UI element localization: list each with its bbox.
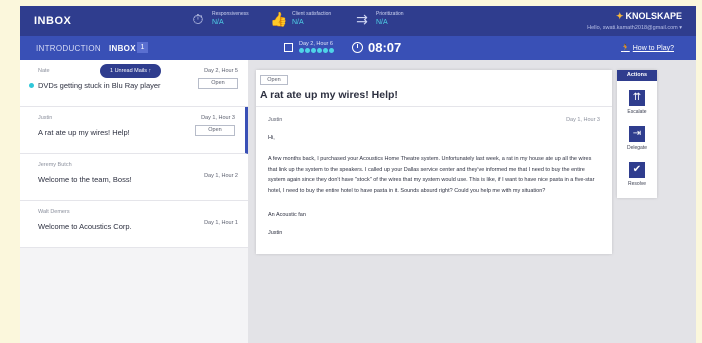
list-empty-area [20,248,248,343]
unread-dot [29,83,34,88]
email-body: A few months back, I purchased your Acou… [268,156,595,194]
email-sender: Nate [38,68,50,74]
tab-inbox[interactable]: INBOX [109,44,136,53]
actions-panel: Actions ⇈ Escalate ⇥ Delegate ✔ Resolve [617,70,657,198]
escalate-action[interactable]: ⇈ Escalate [617,90,657,115]
metric-client-satisfaction: 👍 Client satisfaction N/A [270,11,331,27]
metric-prioritization: ⇉ Prioritization N/A [354,11,404,27]
email-sender: Jeremy Butch [38,162,72,168]
open-button[interactable]: Open [198,78,238,89]
stopwatch-icon: ⏱ [192,11,204,27]
day-progress: Day 2, Hour 6 [284,41,334,53]
progress-dot [323,48,328,53]
knolskape-logo-icon: ✦ [615,11,624,21]
progress-dot [311,48,316,53]
email-subject: DVDs getting stuck in Blu Ray player [38,81,161,90]
user-menu[interactable]: Hello, swati.kamath2018@gmail.com ▾ [587,25,682,31]
app-title: INBOX [34,15,72,27]
email-time: Day 2, Hour 5 [204,68,238,74]
progress-dot [299,48,304,53]
escalate-label: Escalate [627,109,647,115]
delegate-icon[interactable]: ⇥ [629,126,645,142]
delegate-action[interactable]: ⇥ Delegate [617,126,657,151]
priority-arrows-icon: ⇉ [356,11,368,27]
email-signature: Justin [268,230,283,236]
email-subject: Welcome to the team, Boss! [38,175,132,184]
app-window: INBOX ⏱ Responsiveness N/A 👍 Client sati… [20,6,696,343]
brand-block: ✦ KNOLSKAPE Hello, swati.kamath2018@gmail… [587,11,682,31]
email-sender: Justin [38,115,53,121]
inbox-count-badge: 1 [137,42,148,53]
actions-title: Actions [617,70,657,81]
delegate-label: Delegate [626,145,647,151]
metric-responsiveness: ⏱ Responsiveness N/A [190,11,249,27]
metric-label: Prioritization [376,11,404,17]
metric-label: Responsiveness [212,11,249,17]
email-date: Day 1, Hour 3 [566,117,600,123]
email-reader: Open A rat ate up my wires! Help! Justin… [256,70,612,254]
email-from: Justin [268,117,283,123]
email-time: Day 1, Hour 1 [204,220,238,226]
game-clock: 08:07 [352,40,401,55]
email-list-item[interactable]: Jeremy Butch Welcome to the team, Boss! … [20,154,248,201]
metric-value: N/A [212,19,224,26]
progress-dot [317,48,322,53]
nav-bar: INTRODUCTION INBOX 1 Day 2, Hour 6 08:07… [20,36,696,60]
email-greeting: Hi, [268,135,275,141]
metric-label: Client satisfaction [292,11,332,17]
thumbs-up-icon: 👍 [270,11,288,27]
progress-dot [329,48,334,53]
metric-value: N/A [376,19,388,26]
email-heading: A rat ate up my wires! Help! [260,89,398,101]
email-list: Nate DVDs getting stuck in Blu Ray playe… [20,60,248,343]
divider [256,106,612,107]
email-time: Day 1, Hour 3 [201,115,235,121]
email-list-item[interactable]: Walt Demers Welcome to Acoustics Corp. D… [20,201,248,248]
email-subject: A rat ate up my wires! Help! [38,128,130,137]
unread-mails-pill[interactable]: 1 Unread Mails ↑ [100,64,162,78]
status-badge: Open [260,75,288,85]
escalate-icon[interactable]: ⇈ [629,90,645,106]
tab-introduction[interactable]: INTRODUCTION [36,44,101,53]
calendar-icon [284,42,293,52]
resolve-action[interactable]: ✔ Resolve [617,162,657,187]
open-button[interactable]: Open [195,125,235,136]
brand-name: KNOLSKAPE [625,11,682,21]
email-time: Day 1, Hour 2 [204,173,238,179]
email-sender: Walt Demers [38,209,70,215]
email-list-item[interactable]: Justin A rat ate up my wires! Help! Day … [20,107,248,154]
resolve-label: Resolve [627,181,647,187]
clock-icon [352,42,363,53]
top-bar: INBOX ⏱ Responsiveness N/A 👍 Client sati… [20,6,696,36]
day-label: Day 2, Hour 6 [299,41,333,47]
email-signoff: An Acoustic fan [268,212,306,218]
metric-value: N/A [292,19,304,26]
clock-time: 08:07 [368,40,402,55]
how-to-play-link[interactable]: 🏃 How to Play? [621,44,674,52]
email-subject: Welcome to Acoustics Corp. [38,222,132,231]
resolve-icon[interactable]: ✔ [629,162,645,178]
running-person-icon: 🏃 [621,45,630,52]
day-progress-dots [299,48,334,53]
progress-dot [305,48,310,53]
